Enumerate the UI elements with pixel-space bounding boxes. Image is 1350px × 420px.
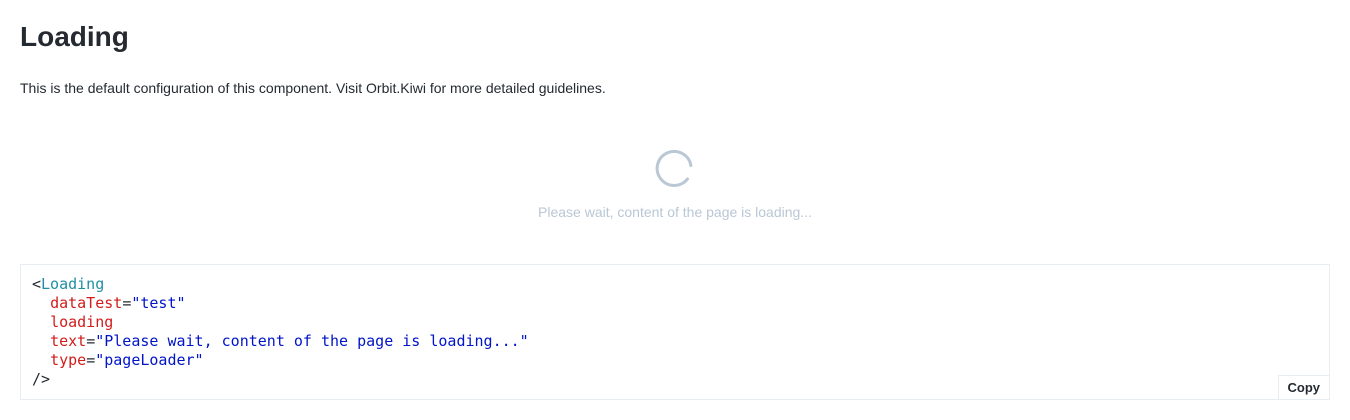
spinner-icon bbox=[655, 149, 693, 187]
code-prop-name: text bbox=[50, 332, 87, 350]
page-description: This is the default configuration of thi… bbox=[20, 80, 606, 96]
code-prop-value: "pageLoader" bbox=[95, 351, 204, 369]
code-prop-name: type bbox=[50, 351, 87, 369]
code-prop-name: dataTest bbox=[50, 294, 123, 312]
copy-button[interactable]: Copy bbox=[1277, 375, 1329, 399]
code-prop-value: "Please wait, content of the page is loa… bbox=[95, 332, 529, 350]
loader-text: Please wait, content of the page is load… bbox=[538, 204, 812, 220]
page: Loading This is the default configuratio… bbox=[0, 0, 1350, 98]
code-prop-eq: = bbox=[86, 351, 96, 369]
code-block: <Loading dataTest="test" loading text="P… bbox=[20, 264, 1330, 400]
code-prop-name: loading bbox=[50, 313, 114, 331]
code-component-name: Loading bbox=[41, 275, 105, 293]
loader-preview: Please wait, content of the page is load… bbox=[20, 120, 1330, 250]
code-close-tag: /> bbox=[32, 370, 51, 388]
code-prop-value: "test" bbox=[131, 294, 186, 312]
code-prop-eq: = bbox=[122, 294, 132, 312]
code-prop-eq: = bbox=[86, 332, 96, 350]
page-title: Loading bbox=[20, 21, 129, 52]
code-open-bracket: < bbox=[32, 275, 42, 293]
code-snippet: <Loading dataTest="test" loading text="P… bbox=[21, 265, 1329, 399]
